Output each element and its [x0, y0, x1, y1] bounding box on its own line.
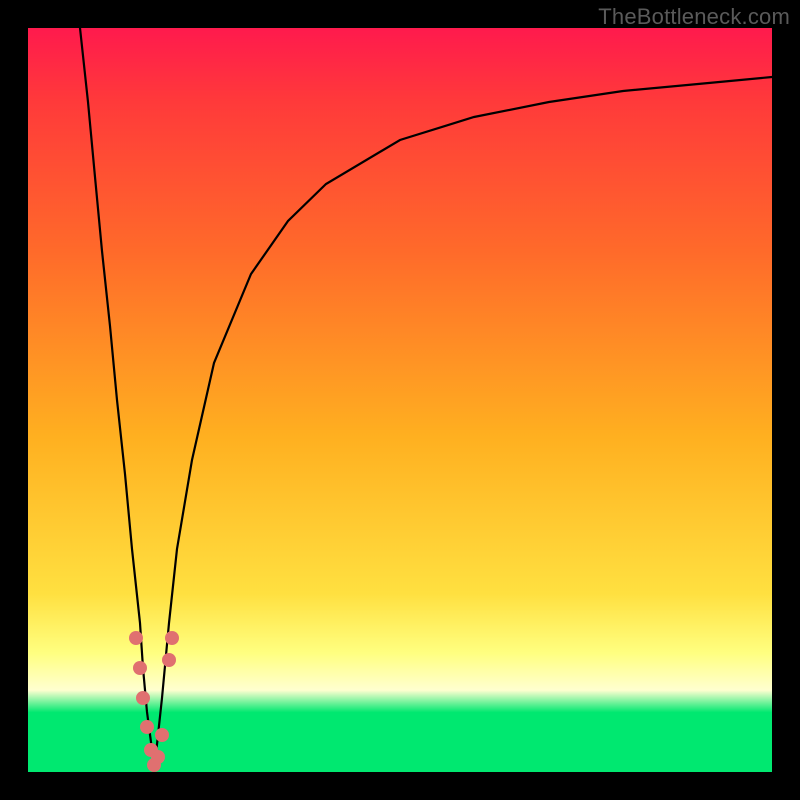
- curve-layer: [28, 28, 772, 772]
- marker-dot: [151, 750, 165, 764]
- watermark-text: TheBottleneck.com: [598, 4, 790, 30]
- curve-left-descent: [80, 28, 154, 772]
- marker-dot: [162, 653, 176, 667]
- marker-dot: [133, 661, 147, 675]
- curve-right-ascent: [154, 77, 772, 772]
- marker-dot: [155, 728, 169, 742]
- plot-area: [28, 28, 772, 772]
- marker-dot: [136, 691, 150, 705]
- marker-dot: [140, 720, 154, 734]
- marker-dot: [129, 631, 143, 645]
- marker-group: [129, 631, 179, 772]
- chart-frame: TheBottleneck.com: [0, 0, 800, 800]
- marker-dot: [165, 631, 179, 645]
